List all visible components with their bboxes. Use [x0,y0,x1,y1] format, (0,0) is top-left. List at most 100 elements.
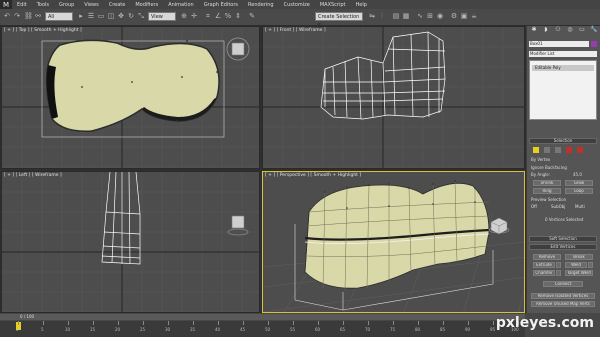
by-vertex-checkbox[interactable]: By Vertex [531,157,550,162]
render-setup-icon[interactable]: ⚙ [450,12,458,21]
viewcube-perspective-icon[interactable] [488,217,510,235]
reference-coordinate-dropdown[interactable]: View [148,12,176,21]
align-icon[interactable]: ⫶ [378,12,386,21]
menu-modifiers[interactable]: Modifiers [130,2,163,8]
connect-button[interactable]: Connect [543,281,583,287]
viewport-left[interactable]: [ + ] [ Left ] [ Wireframe ] [1,171,260,313]
spinner-snap-icon[interactable]: ⇕ [234,12,242,21]
remove-unused-map-verts-button[interactable]: Remove Unused Map Verts [531,301,595,307]
schematic-view-icon[interactable]: ⊞ [426,12,434,21]
ignore-backfacing-checkbox[interactable]: Ignore Backfacing [531,165,567,170]
create-tab-icon[interactable]: ✱ [529,26,539,34]
stack-item-editable-poly[interactable]: Editable Poly [532,65,594,71]
preview-subobj-radio[interactable]: SubObj [551,204,565,209]
graphite-ribbon-icon[interactable]: ▦ [402,12,410,21]
viewport-label-perspective[interactable]: [ + ] [ Perspective ] [ Smooth + Highlig… [265,173,361,178]
redo-icon[interactable]: ↷ [13,12,21,21]
remove-button[interactable]: Remove [533,254,561,260]
selection-region-icon[interactable]: ▭ [97,12,105,21]
curve-editor-icon[interactable]: ∿ [416,12,424,21]
utilities-tab-icon[interactable]: 🔧 [589,26,599,34]
preview-off-radio[interactable]: Off [531,204,537,209]
menu-create[interactable]: Create [104,2,131,8]
selection-rollout-header[interactable]: Selection [529,138,597,144]
extrude-settings-button[interactable] [556,262,561,268]
motion-tab-icon[interactable]: ◎ [565,26,575,34]
track-bar[interactable]: 0 5 10 15 20 25 30 35 40 45 50 55 60 65 … [0,321,525,337]
menu-animation[interactable]: Animation [163,2,199,8]
rotate-icon[interactable]: ↻ [127,12,135,21]
modify-tab-icon[interactable]: ◗ [541,26,551,34]
ring-button[interactable]: Ring [533,188,561,194]
edit-named-selection-icon[interactable]: ✎ [248,12,256,21]
weld-settings-button[interactable] [588,262,593,268]
viewport-label-left[interactable]: [ + ] [ Left ] [ Wireframe ] [4,173,62,178]
break-button[interactable]: Break [565,254,593,260]
viewport-top[interactable]: [ + ] [ Top ] [ Smooth + Highlight ] [1,26,260,169]
viewport-label-top[interactable]: [ + ] [ Top ] [ Smooth + Highlight ] [4,28,82,33]
angle-snap-icon[interactable]: ∠ [214,12,222,21]
named-selection-sets-field[interactable]: Create Selection S [315,12,363,29]
vertex-level-icon[interactable] [533,147,539,153]
menu-rendering[interactable]: Rendering [243,2,279,8]
viewport-front[interactable]: [ + ] [ Front ] [ Wireframe ] [262,26,525,169]
render-production-icon[interactable]: ☕ [470,12,478,21]
viewcube-top-icon[interactable] [226,37,250,61]
chamfer-settings-button[interactable] [556,270,561,276]
layer-manager-icon[interactable]: ▤ [392,12,400,21]
menu-group[interactable]: Group [54,2,79,8]
display-tab-icon[interactable]: ▭ [577,26,587,34]
select-by-name-icon[interactable]: ☰ [87,12,95,21]
scale-icon[interactable]: ⤡ [137,12,145,21]
preview-multi-radio[interactable]: Multi [575,204,585,209]
material-editor-icon[interactable]: ◉ [436,12,444,21]
undo-icon[interactable]: ↶ [3,12,11,21]
timeline-tick [168,321,169,325]
border-level-icon[interactable] [555,147,561,153]
shrink-button[interactable]: Shrink [533,180,561,186]
menu-edit[interactable]: Edit [12,2,32,8]
menu-customize[interactable]: Customize [279,2,315,8]
viewport-label-front[interactable]: [ + ] [ Front ] [ Wireframe ] [265,28,326,33]
viewport-perspective[interactable]: [ + ] [ Perspective ] [ Smooth + Highlig… [262,171,525,313]
menu-graph-editors[interactable]: Graph Editors [199,2,243,8]
menu-help[interactable]: Help [351,2,372,8]
chamfer-button[interactable]: Chamfer [533,270,555,276]
link-icon[interactable]: ⛓ [24,12,33,21]
selection-filter-dropdown[interactable]: All [45,12,73,21]
app-menu-button[interactable]: M [0,0,12,9]
percent-snap-icon[interactable]: % [224,12,232,21]
mirror-icon[interactable]: ⇋ [368,12,376,21]
window-crossing-icon[interactable]: ◫ [107,12,115,21]
edit-vertices-rollout-header[interactable]: Edit Vertices [529,244,597,250]
polygon-level-icon[interactable] [566,147,572,153]
extrude-button[interactable]: Extrude [533,262,555,268]
target-weld-button[interactable]: Target Weld [565,270,593,276]
object-color-swatch[interactable] [591,41,597,47]
move-icon[interactable]: ✥ [117,12,125,21]
pivot-center-icon[interactable]: ⊕ [180,12,188,21]
modifier-stack: Editable Poly [529,60,597,120]
top-view-canvas [2,27,259,168]
by-angle-value[interactable]: 45.0 [573,172,582,177]
grow-button[interactable]: Grow [565,180,593,186]
remove-isolated-vertices-button[interactable]: Remove Isolated Vertices [531,293,595,299]
menu-tools[interactable]: Tools [32,2,54,8]
rendered-frame-window-icon[interactable]: ▣ [460,12,468,21]
manipulate-icon[interactable]: ✛ [190,12,198,21]
menu-maxscript[interactable]: MAXScript [315,2,351,8]
time-slider[interactable]: 0 / 100 [0,314,525,320]
by-angle-checkbox[interactable]: By Angle: [531,172,550,177]
menu-views[interactable]: Views [79,2,103,8]
weld-button[interactable]: Weld [565,262,587,268]
edge-level-icon[interactable] [544,147,550,153]
hierarchy-tab-icon[interactable]: ⚇ [553,26,563,34]
soft-selection-rollout-header[interactable]: Soft Selection [529,236,597,242]
select-object-icon[interactable]: ▸ [77,12,85,21]
unlink-icon[interactable]: ⚯ [34,12,42,21]
element-level-icon[interactable] [577,147,583,153]
loop-button[interactable]: Loop [565,188,593,194]
object-name-field[interactable]: Box01 [529,41,589,47]
modifier-list-dropdown[interactable]: Modifier List [529,51,597,57]
snaps-toggle-icon[interactable]: ⌗ [204,12,212,21]
